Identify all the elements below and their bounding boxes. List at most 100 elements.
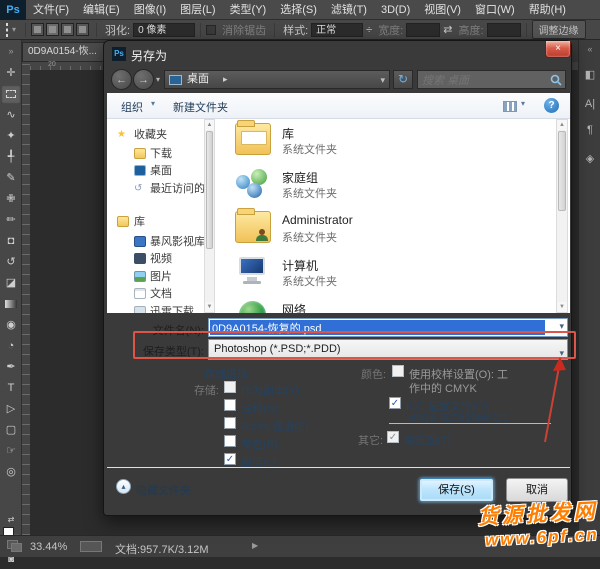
history-brush-tool-icon[interactable]: ↺: [1, 253, 21, 272]
menu-layer[interactable]: 图层(L): [173, 0, 222, 20]
organize-dropdown-icon[interactable]: ▾: [151, 99, 155, 108]
shape-tool-icon[interactable]: ▢: [1, 421, 21, 440]
eraser-tool-icon[interactable]: ◪: [1, 274, 21, 293]
view-mode-icon[interactable]: [503, 101, 517, 112]
antialias-checkbox[interactable]: [206, 25, 216, 35]
new-folder-button[interactable]: 新建文件夹: [173, 99, 228, 115]
organize-button[interactable]: 组织: [121, 99, 143, 115]
file-list-scrollbar-thumb[interactable]: [558, 131, 566, 211]
menu-file[interactable]: 文件(F): [26, 0, 76, 20]
move-tool-icon[interactable]: ✛: [1, 64, 21, 83]
dock-collapse-icon[interactable]: «: [579, 44, 600, 54]
swap-dimensions-icon[interactable]: ⇄: [443, 23, 452, 36]
file-list-scrollbar[interactable]: ▲ ▼: [556, 119, 568, 313]
forward-button[interactable]: →: [133, 69, 154, 90]
view-mode-dropdown-icon[interactable]: ▾: [521, 99, 525, 108]
sidebar-item-baofeng-library[interactable]: 暴风影视库: [109, 234, 204, 250]
path-select-tool-icon[interactable]: ▷: [1, 400, 21, 419]
hide-folders-button[interactable]: 隐藏文件夹: [136, 482, 191, 498]
pen-tool-icon[interactable]: ✒: [1, 358, 21, 377]
menu-help[interactable]: 帮助(H): [522, 0, 573, 20]
refine-edge-button[interactable]: 调整边缘: [532, 20, 586, 39]
lasso-tool-icon[interactable]: ∿: [1, 106, 21, 125]
preset-dropdown-icon[interactable]: ▾: [12, 25, 16, 34]
sidebar-item-pictures[interactable]: 图片: [109, 269, 204, 285]
file-row-computer[interactable]: 计算机 系统文件夹: [218, 253, 556, 293]
sidebar-item-xunlei-download[interactable]: 迅雷下载: [109, 304, 204, 313]
nav-history-icon[interactable]: ▾: [156, 75, 160, 84]
menu-edit[interactable]: 编辑(E): [76, 0, 127, 20]
brush-tool-icon[interactable]: ✏: [1, 211, 21, 230]
alpha-channels-checkbox[interactable]: [224, 417, 236, 429]
menu-image[interactable]: 图像(I): [127, 0, 173, 20]
search-input[interactable]: [418, 73, 543, 90]
close-icon[interactable]: ×: [545, 41, 571, 58]
breadcrumb-location[interactable]: 桌面: [187, 71, 209, 88]
menu-3d[interactable]: 3D(D): [374, 0, 417, 20]
thumbnail-checkbox[interactable]: ✓: [387, 431, 399, 443]
sidebar-item-desktop[interactable]: 桌面: [109, 163, 204, 179]
status-flyout-icon[interactable]: ▶: [252, 541, 258, 550]
menu-view[interactable]: 视图(V): [417, 0, 468, 20]
crop-tool-icon[interactable]: ╃: [1, 148, 21, 167]
scroll-up-icon[interactable]: ▲: [557, 120, 567, 130]
menu-window[interactable]: 窗口(W): [468, 0, 522, 20]
dodge-tool-icon[interactable]: ◔: [1, 337, 21, 356]
new-selection-mode-icon[interactable]: [31, 23, 44, 36]
icc-profile-checkbox[interactable]: ✓: [389, 397, 401, 409]
paragraph-panel-icon[interactable]: ¶: [579, 124, 600, 136]
menu-type[interactable]: 类型(Y): [223, 0, 274, 20]
sidebar-item-recent-places[interactable]: ↺ 最近访问的位置: [109, 181, 204, 197]
scroll-down-icon[interactable]: ▼: [557, 302, 567, 312]
breadcrumb[interactable]: 桌面 ▸ ▾: [164, 70, 390, 89]
style-select[interactable]: 正常: [311, 23, 363, 37]
search-box[interactable]: [417, 70, 566, 89]
sidebar-group-favorites[interactable]: ★ 收藏夹: [109, 127, 204, 143]
menu-filter[interactable]: 滤镜(T): [324, 0, 374, 20]
save-button[interactable]: 保存(S): [419, 478, 494, 502]
type-tool-icon[interactable]: T: [1, 379, 21, 398]
sidebar-scrollbar-thumb[interactable]: [206, 131, 213, 249]
zoom-level[interactable]: 33.44%: [30, 541, 67, 553]
subtract-selection-mode-icon[interactable]: [61, 23, 74, 36]
spot-colors-checkbox[interactable]: [224, 435, 236, 447]
scroll-down-icon[interactable]: ▼: [205, 302, 214, 312]
magic-wand-tool-icon[interactable]: ✦: [1, 127, 21, 146]
marquee-tool-icon[interactable]: [1, 85, 21, 104]
3d-panel-icon[interactable]: ◈: [579, 152, 600, 165]
marquee-preset-icon[interactable]: [6, 24, 8, 36]
file-row-homegroup[interactable]: 家庭组 系统文件夹: [218, 165, 556, 205]
file-row-administrator[interactable]: Administrator 系统文件夹: [218, 209, 556, 249]
clone-stamp-tool-icon[interactable]: ◘: [1, 232, 21, 251]
sidebar-item-videos[interactable]: 视频: [109, 251, 204, 267]
proof-setup-checkbox[interactable]: [392, 365, 404, 377]
scroll-up-icon[interactable]: ▲: [205, 120, 214, 130]
sidebar-item-documents[interactable]: 文档: [109, 286, 204, 302]
eyedropper-tool-icon[interactable]: ✎: [1, 169, 21, 188]
toolbox-collapse-icon[interactable]: »: [1, 42, 21, 61]
breadcrumb-dropdown-icon[interactable]: ▾: [380, 72, 385, 89]
gradient-tool-icon[interactable]: [1, 295, 21, 314]
hand-tool-icon[interactable]: ☞: [1, 442, 21, 461]
adjustments-panel-icon[interactable]: ◧: [579, 68, 600, 81]
feather-input[interactable]: 0 像素: [133, 23, 195, 37]
file-row-libraries[interactable]: 库 系统文件夹: [218, 121, 556, 161]
sidebar-group-libraries[interactable]: 库: [109, 214, 204, 230]
as-copy-checkbox[interactable]: [224, 381, 236, 393]
style-arrows-icon[interactable]: ÷: [366, 24, 372, 36]
blur-tool-icon[interactable]: ◉: [1, 316, 21, 335]
layers-checkbox[interactable]: ✓: [224, 453, 236, 465]
add-selection-mode-icon[interactable]: [46, 23, 59, 36]
zoom-tool-icon[interactable]: ◎: [1, 463, 21, 482]
healing-brush-tool-icon[interactable]: ✙: [1, 190, 21, 209]
sidebar-item-downloads[interactable]: 下载: [109, 146, 204, 162]
menu-select[interactable]: 选择(S): [273, 0, 324, 20]
help-icon[interactable]: ?: [544, 98, 559, 113]
refresh-icon[interactable]: ↻: [393, 70, 413, 89]
notes-checkbox[interactable]: [224, 399, 236, 411]
back-button[interactable]: ←: [111, 69, 132, 90]
character-panel-icon[interactable]: A|: [579, 98, 600, 110]
intersect-selection-mode-icon[interactable]: [76, 23, 89, 36]
breadcrumb-arrow-icon[interactable]: ▸: [223, 71, 228, 88]
height-input[interactable]: [487, 23, 521, 37]
